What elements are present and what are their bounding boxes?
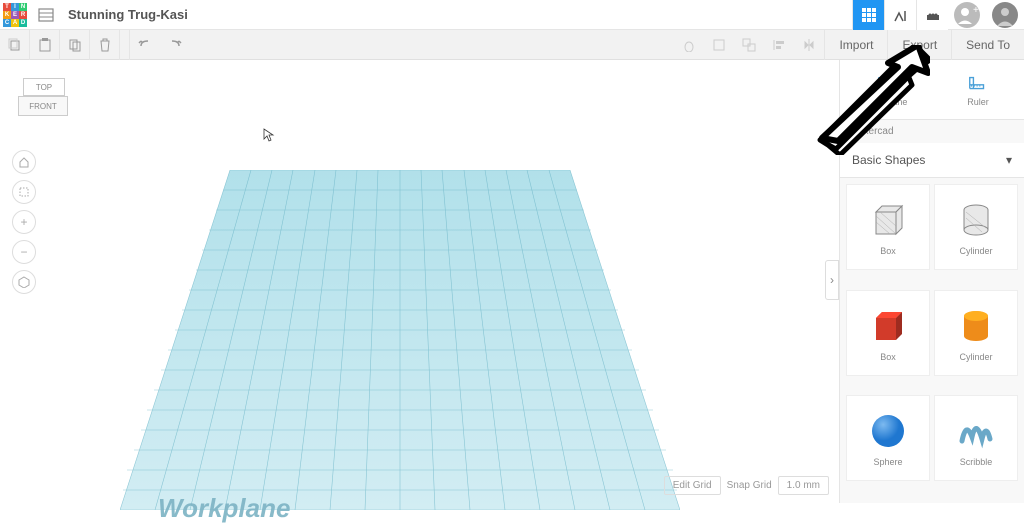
ruler-tool[interactable]: Ruler xyxy=(932,60,1024,119)
workplane[interactable]: Workplane xyxy=(120,170,680,510)
shape-label: Cylinder xyxy=(959,352,992,362)
shape-category-dropdown[interactable]: Basic Shapes ▾ xyxy=(840,143,1024,178)
viewcube-top[interactable]: TOP xyxy=(23,78,65,96)
bricks-mode-button[interactable] xyxy=(916,0,948,30)
edit-grid-button[interactable]: Edit Grid xyxy=(664,476,721,495)
shape-cylinder-1[interactable]: Cylinder xyxy=(934,184,1018,270)
app-header: TIN KER CAD Stunning Trug-Kasi + xyxy=(0,0,1024,30)
design-mode-button[interactable] xyxy=(852,0,884,30)
zoom-in-button[interactable]: + xyxy=(12,210,36,234)
ruler-tool-label: Ruler xyxy=(967,97,989,107)
cursor-icon xyxy=(263,128,275,145)
blocks-mode-button[interactable] xyxy=(884,0,916,30)
list-icon[interactable] xyxy=(32,1,60,29)
svg-text:+: + xyxy=(973,5,979,16)
shape-label: Box xyxy=(880,246,896,256)
show-all-button[interactable] xyxy=(674,30,704,60)
snap-grid-controls: Edit Grid Snap Grid 1.0 mm xyxy=(664,476,829,495)
user-avatar[interactable] xyxy=(992,2,1018,28)
snap-grid-label: Snap Grid xyxy=(727,480,772,491)
shape-box-2[interactable]: Box xyxy=(846,290,930,376)
shape-box-0[interactable]: Box xyxy=(846,184,930,270)
add-collaborator-icon[interactable]: + xyxy=(954,2,980,28)
shape-sphere-4[interactable]: Sphere xyxy=(846,395,930,481)
duplicate-button[interactable] xyxy=(60,30,90,60)
copy-button[interactable] xyxy=(0,30,30,60)
shape-label: Sphere xyxy=(873,457,902,467)
import-button[interactable]: Import xyxy=(824,30,887,60)
shape-thumb-icon xyxy=(954,198,998,242)
workplane-tool-label: Workplane xyxy=(865,97,908,107)
export-button[interactable]: Export xyxy=(887,30,951,60)
shape-label: Scribble xyxy=(960,457,993,467)
redo-button[interactable] xyxy=(160,30,190,60)
ungroup-button[interactable] xyxy=(734,30,764,60)
undo-button[interactable] xyxy=(130,30,160,60)
viewcube[interactable]: TOP FRONT xyxy=(18,78,70,130)
shape-thumb-icon xyxy=(866,409,910,453)
delete-button[interactable] xyxy=(90,30,120,60)
toolbar: Import Export Send To xyxy=(0,30,1024,60)
workplane-label: Workplane xyxy=(158,493,290,524)
group-button[interactable] xyxy=(704,30,734,60)
shape-category-label: Basic Shapes xyxy=(852,153,925,167)
paste-button[interactable] xyxy=(30,30,60,60)
fit-view-button[interactable] xyxy=(12,180,36,204)
panel-collapse-handle[interactable]: › xyxy=(825,260,839,300)
sendto-button[interactable]: Send To xyxy=(951,30,1024,60)
chevron-down-icon: ▾ xyxy=(1006,153,1012,167)
home-view-button[interactable] xyxy=(12,150,36,174)
mirror-button[interactable] xyxy=(794,30,824,60)
shape-thumb-icon xyxy=(866,304,910,348)
shape-thumb-icon xyxy=(866,198,910,242)
project-title[interactable]: Stunning Trug-Kasi xyxy=(68,7,188,22)
workplane-tool[interactable]: Workplane xyxy=(840,60,932,119)
ortho-view-button[interactable] xyxy=(12,270,36,294)
shape-thumb-icon xyxy=(954,304,998,348)
shape-label: Box xyxy=(880,352,896,362)
shape-scribble-5[interactable]: Scribble xyxy=(934,395,1018,481)
canvas-area[interactable]: TOP FRONT + − xyxy=(0,60,839,503)
tinkercad-logo[interactable]: TIN KER CAD xyxy=(0,0,32,30)
shape-label: Cylinder xyxy=(959,246,992,256)
shape-thumb-icon xyxy=(954,409,998,453)
align-button[interactable] xyxy=(764,30,794,60)
zoom-out-button[interactable]: − xyxy=(12,240,36,264)
shape-drawer-label: Tinkercad xyxy=(840,120,1024,143)
snap-grid-value[interactable]: 1.0 mm xyxy=(778,476,829,495)
shape-cylinder-3[interactable]: Cylinder xyxy=(934,290,1018,376)
shapes-grid: Box Cylinder Box Cylinder Sphere Scribble xyxy=(840,178,1024,503)
shapes-panel: Workplane Ruler Tinkercad Basic Shapes ▾… xyxy=(839,60,1024,503)
viewcube-front[interactable]: FRONT xyxy=(18,96,68,116)
